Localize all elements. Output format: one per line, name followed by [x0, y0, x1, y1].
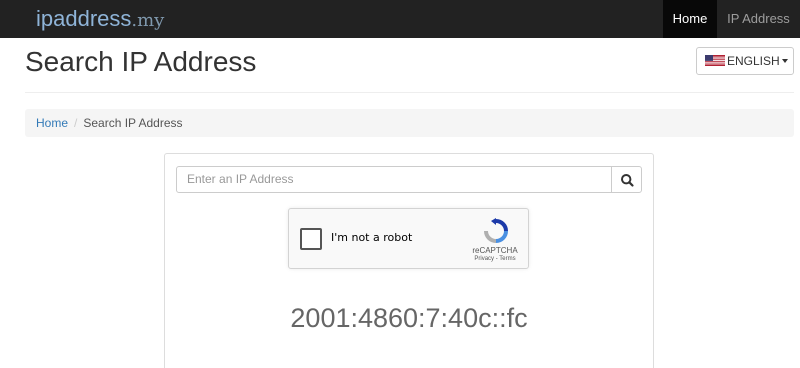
- recaptcha-terms-link[interactable]: Privacy - Terms: [465, 256, 525, 262]
- brand-tld: .my: [131, 10, 165, 31]
- recaptcha-logo-icon: [484, 218, 508, 243]
- language-label: ENGLISH: [727, 54, 780, 68]
- nav-item-ip-address[interactable]: IP Address: [717, 0, 800, 38]
- recaptcha-label: I'm not a robot: [331, 231, 413, 244]
- caret-down-icon: [781, 59, 788, 63]
- page-title: Search IP Address: [25, 46, 257, 77]
- search-button[interactable]: [611, 166, 642, 193]
- breadcrumb-home-link[interactable]: Home: [36, 116, 68, 130]
- brand-name: ipaddress: [36, 6, 132, 31]
- us-flag-icon: [705, 55, 725, 66]
- language-dropdown-button[interactable]: ENGLISH: [696, 47, 794, 75]
- detected-ip-address: 2001:4860:7:40c::fc: [290, 303, 528, 333]
- ip-search-input[interactable]: Enter an IP Address: [176, 166, 612, 193]
- navbar: ipaddress.my Home IP Address: [0, 0, 800, 38]
- brand-logo[interactable]: ipaddress.my: [36, 6, 164, 34]
- search-icon: [621, 174, 634, 187]
- breadcrumb: Home / Search IP Address: [25, 109, 794, 137]
- header-divider: [25, 92, 794, 93]
- recaptcha-checkbox[interactable]: [300, 228, 322, 250]
- nav-item-home[interactable]: Home: [663, 0, 717, 38]
- recaptcha-widget: I'm not a robot reCAPTCHA Privacy - Term…: [288, 208, 529, 269]
- recaptcha-brand: reCAPTCHA: [472, 246, 518, 255]
- breadcrumb-current: Search IP Address: [83, 116, 183, 130]
- breadcrumb-separator: /: [74, 116, 78, 130]
